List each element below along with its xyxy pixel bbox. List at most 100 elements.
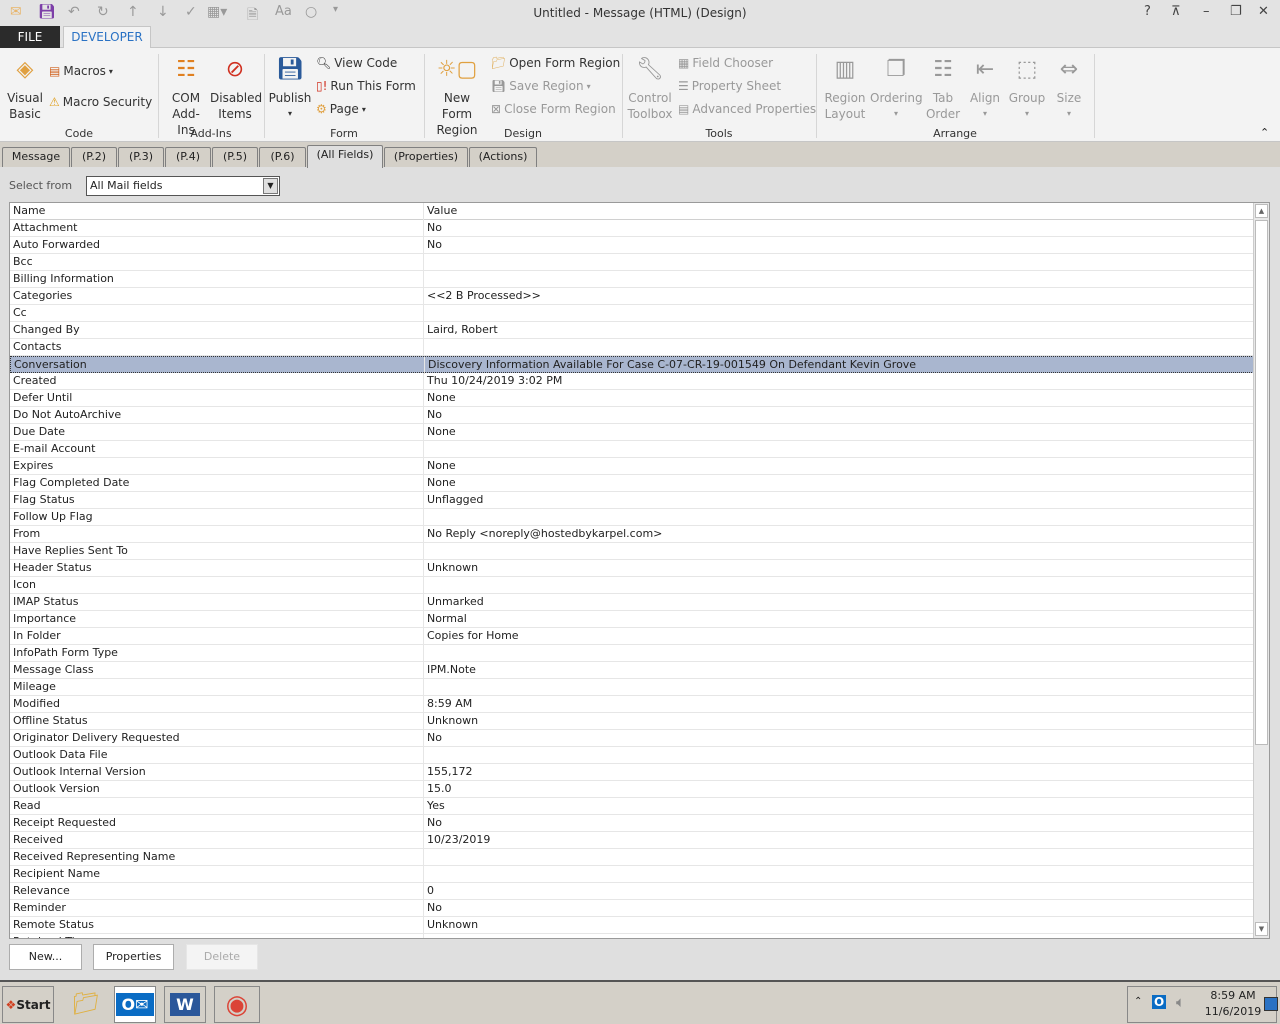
table-row[interactable]: Icon [10, 577, 1254, 594]
table-row[interactable]: Outlook Internal Version 155,172 [10, 764, 1254, 781]
start-button[interactable]: ❖ Start [2, 986, 54, 1023]
file-explorer-icon[interactable]: 📁︎ [66, 986, 106, 1023]
form-tab[interactable]: (Actions) [469, 147, 537, 167]
table-row[interactable]: Recipient Name [10, 866, 1254, 883]
show-hidden-icons-icon[interactable]: ⌃ [1134, 996, 1142, 1007]
tab-developer[interactable]: DEVELOPER [63, 26, 151, 49]
scroll-down-icon[interactable]: ▼ [1255, 922, 1268, 936]
clock-date[interactable]: 11/6/2019 [1202, 1005, 1264, 1018]
minimize-button[interactable]: – [1203, 4, 1210, 19]
scrollbar-thumb[interactable] [1255, 220, 1268, 745]
help-button[interactable]: ? [1144, 4, 1151, 19]
column-divider [423, 441, 424, 458]
form-tab[interactable]: (P.3) [118, 147, 164, 167]
maximize-button[interactable]: ❐ [1230, 4, 1242, 19]
form-tab[interactable]: (P.4) [165, 147, 211, 167]
form-tab[interactable]: (P.6) [259, 147, 306, 167]
com-addins-button[interactable]: ☷ COM Add-Ins [164, 54, 208, 138]
table-row[interactable]: Offline Status Unknown [10, 713, 1254, 730]
tab-file[interactable]: FILE [0, 26, 60, 49]
macros-button[interactable]: ▤ Macros ▾ [49, 64, 113, 78]
table-row[interactable]: Modified 8:59 AM [10, 696, 1254, 713]
outlook-taskbar-icon[interactable]: O✉ [114, 986, 156, 1023]
publish-button[interactable]: 💾︎ Publish ▾ [268, 54, 312, 122]
table-row[interactable]: Outlook Data File [10, 747, 1254, 764]
divider [1094, 54, 1095, 138]
table-row[interactable]: Billing Information [10, 271, 1254, 288]
ribbon-display-button[interactable]: ⊼ [1171, 4, 1181, 19]
outlook-tray-icon[interactable]: O [1152, 995, 1167, 1009]
disabled-items-button[interactable]: ⊘ Disabled Items [210, 54, 262, 122]
table-row[interactable]: Follow Up Flag [10, 509, 1254, 526]
visual-basic-button[interactable]: ◈ Visual Basic [4, 54, 46, 122]
table-row[interactable]: Relevance 0 [10, 883, 1254, 900]
table-row[interactable]: Read Yes [10, 798, 1254, 815]
chevron-down-icon[interactable]: ▼ [263, 178, 278, 194]
table-row[interactable]: Remote Status Unknown [10, 917, 1254, 934]
field-name: Retained Time [13, 935, 92, 938]
view-code-button[interactable]: 🔍︎ View Code [316, 56, 397, 70]
table-row[interactable]: Bcc [10, 254, 1254, 271]
vertical-scrollbar[interactable]: ▲ ▼ [1253, 203, 1269, 938]
table-row[interactable]: Conversation Discovery Information Availa… [10, 356, 1254, 374]
table-row[interactable]: Flag Completed Date None [10, 475, 1254, 492]
table-row[interactable]: Categories <<2 B Processed>> [10, 288, 1254, 305]
table-row[interactable]: Changed By Laird, Robert [10, 322, 1254, 339]
table-row[interactable]: E-mail Account [10, 441, 1254, 458]
table-row[interactable]: Header Status Unknown [10, 560, 1254, 577]
table-row[interactable]: Receipt Requested No [10, 815, 1254, 832]
table-row[interactable]: Have Replies Sent To [10, 543, 1254, 560]
table-row[interactable]: Due Date None [10, 424, 1254, 441]
table-row[interactable]: Cc [10, 305, 1254, 322]
size-icon: ⇔ [1059, 57, 1079, 82]
column-header-name[interactable]: Name [13, 204, 45, 217]
form-tab[interactable]: (P.2) [71, 147, 117, 167]
table-row[interactable]: Importance Normal [10, 611, 1254, 628]
properties-button[interactable]: Properties [93, 944, 174, 970]
select-from-dropdown[interactable]: All Mail fields ▼ [86, 176, 280, 196]
table-row[interactable]: Retained Time [10, 934, 1254, 938]
table-row[interactable]: Reminder No [10, 900, 1254, 917]
close-button[interactable]: ✕ [1258, 4, 1269, 19]
form-tab[interactable]: (Properties) [384, 147, 468, 167]
table-row[interactable]: InfoPath Form Type [10, 645, 1254, 662]
table-row[interactable]: Flag Status Unflagged [10, 492, 1254, 509]
table-row[interactable]: Received Representing Name [10, 849, 1254, 866]
macro-security-button[interactable]: ⚠ Macro Security [49, 95, 152, 109]
run-form-button[interactable]: ▯! Run This Form [316, 79, 416, 93]
table-row[interactable]: Do Not AutoArchive No [10, 407, 1254, 424]
clock-time[interactable]: 8:59 AM [1208, 989, 1258, 1002]
table-row[interactable]: Created Thu 10/24/2019 3:02 PM [10, 373, 1254, 390]
table-row[interactable]: Received 10/23/2019 [10, 832, 1254, 849]
table-row[interactable]: Originator Delivery Requested No [10, 730, 1254, 747]
speaker-icon[interactable]: 🔈︎ [1176, 993, 1185, 1011]
column-header-value[interactable]: Value [427, 204, 457, 217]
table-row[interactable]: In Folder Copies for Home [10, 628, 1254, 645]
chevron-down-icon: ▾ [586, 81, 591, 91]
word-taskbar-icon[interactable]: W [164, 986, 206, 1023]
field-name: Mileage [13, 680, 56, 693]
page-button[interactable]: ⚙ Page ▾ [316, 102, 366, 116]
new-button[interactable]: New... [9, 944, 82, 970]
form-tab[interactable]: Message [2, 147, 70, 167]
new-form-region-button[interactable]: ☼▢ New Form Region [428, 54, 486, 138]
table-row[interactable]: Expires None [10, 458, 1254, 475]
open-form-region-button[interactable]: 📁︎ Open Form Region [491, 56, 620, 70]
collapse-ribbon-icon[interactable]: ⌃ [1260, 126, 1269, 139]
show-desktop-icon[interactable] [1264, 997, 1278, 1011]
table-row[interactable]: IMAP Status Unmarked [10, 594, 1254, 611]
chrome-taskbar-icon[interactable]: ◉ [214, 986, 260, 1023]
table-row[interactable]: Auto Forwarded No [10, 237, 1254, 254]
table-row[interactable]: Message Class IPM.Note [10, 662, 1254, 679]
table-row[interactable]: Attachment No [10, 220, 1254, 237]
form-tab[interactable]: (All Fields) [307, 145, 383, 168]
scroll-up-icon[interactable]: ▲ [1255, 204, 1268, 218]
form-tab[interactable]: (P.5) [212, 147, 258, 167]
table-row[interactable]: Contacts [10, 339, 1254, 356]
table-row[interactable]: Mileage [10, 679, 1254, 696]
label: View Code [334, 56, 398, 70]
column-divider[interactable] [423, 203, 424, 220]
table-row[interactable]: From No Reply <noreply@hostedbykarpel.com… [10, 526, 1254, 543]
table-row[interactable]: Outlook Version 15.0 [10, 781, 1254, 798]
table-row[interactable]: Defer Until None [10, 390, 1254, 407]
